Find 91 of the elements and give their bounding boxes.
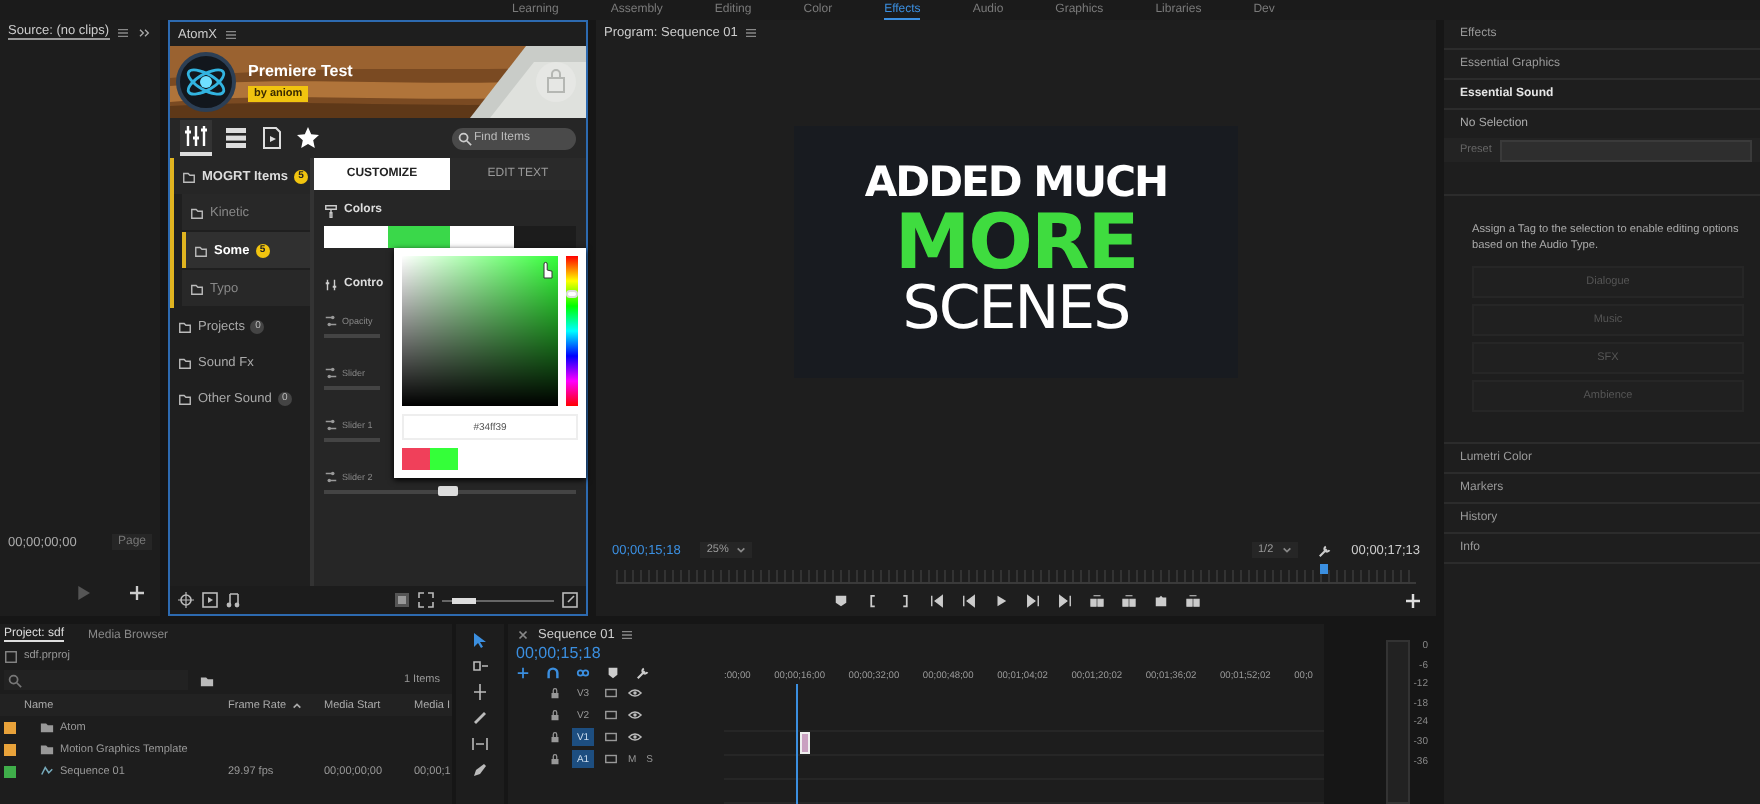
color-swatch[interactable]	[387, 226, 450, 248]
razor-icon[interactable]	[472, 710, 488, 726]
color-label[interactable]	[4, 721, 16, 733]
target-icon[interactable]	[178, 592, 194, 608]
play-icon[interactable]	[993, 593, 1007, 607]
slider-thumb[interactable]	[452, 597, 477, 603]
eye-icon[interactable]	[628, 730, 642, 744]
selection-tool-icon[interactable]	[472, 632, 488, 648]
link-icon[interactable]	[576, 665, 590, 679]
expand-icon[interactable]	[562, 592, 578, 608]
previous-color-swatch[interactable]	[402, 448, 430, 470]
wrench-icon[interactable]	[1317, 543, 1332, 557]
eye-icon[interactable]	[628, 686, 642, 700]
title-text: MORE	[894, 204, 1138, 280]
folder-icon	[190, 205, 204, 219]
transport-icon[interactable]	[961, 593, 975, 607]
lock-icon[interactable]	[548, 708, 562, 722]
marker-icon[interactable]	[833, 593, 847, 607]
grid-icon[interactable]	[394, 592, 410, 608]
caret-icon	[1281, 546, 1292, 554]
video-file-icon[interactable]	[260, 126, 284, 150]
slider-icon	[324, 418, 338, 432]
folder-icon	[178, 355, 192, 369]
transport-icon[interactable]	[1025, 593, 1039, 607]
folder-icon	[178, 319, 192, 333]
sort-caret-icon	[292, 701, 303, 709]
chevron-icon[interactable]	[138, 27, 152, 37]
fullscreen-icon[interactable]	[418, 592, 434, 608]
color-swatch[interactable]	[450, 226, 513, 248]
color-label[interactable]	[4, 743, 16, 755]
lock-icon[interactable]	[548, 686, 562, 700]
project-title: Premiere Test	[248, 62, 353, 80]
pen-icon[interactable]	[472, 762, 488, 778]
hue-slider[interactable]	[566, 256, 578, 407]
play-icon[interactable]	[202, 592, 218, 608]
menu-icon[interactable]	[117, 27, 128, 37]
video-clip[interactable]	[800, 732, 810, 754]
file-icon	[4, 649, 18, 663]
menu-icon[interactable]	[225, 29, 236, 39]
sliders-icon[interactable]	[180, 120, 212, 156]
caret-icon	[736, 546, 747, 554]
folder-icon	[178, 391, 192, 405]
folder-icon	[194, 243, 208, 257]
add-icon[interactable]	[130, 586, 144, 600]
sequence-icon	[40, 764, 54, 778]
track-select-icon[interactable]	[472, 658, 488, 674]
hue-thumb[interactable]	[566, 289, 578, 298]
paint-roller-icon	[324, 203, 338, 217]
transport-icon[interactable]	[1089, 593, 1103, 607]
eye-icon[interactable]	[628, 708, 642, 722]
menu-icon[interactable]	[622, 629, 633, 639]
marker-icon[interactable]	[606, 665, 620, 679]
close-icon[interactable]	[516, 627, 530, 641]
lock-icon[interactable]	[548, 730, 562, 744]
search-field[interactable]	[4, 670, 188, 690]
folder-icon[interactable]	[200, 673, 214, 687]
transport-icon[interactable]	[929, 593, 943, 607]
color-label[interactable]	[4, 765, 16, 777]
folder-icon	[190, 281, 204, 295]
wrench-icon[interactable]	[636, 665, 650, 679]
folder-icon	[182, 169, 196, 183]
saturation-area[interactable]	[402, 256, 558, 407]
slider-thumb[interactable]	[437, 486, 458, 496]
star-icon[interactable]	[296, 126, 320, 150]
color-swatch[interactable]	[324, 226, 387, 248]
slider-icon	[324, 366, 338, 380]
transport-icon[interactable]	[1185, 593, 1199, 607]
slip-tool-icon[interactable]	[472, 736, 488, 752]
lock-icon[interactable]	[548, 752, 562, 766]
logo-icon	[176, 52, 236, 112]
transport-icon[interactable]	[1121, 593, 1135, 607]
add-icon[interactable]	[1406, 593, 1420, 607]
title-text: ADDED MUCH	[864, 162, 1168, 204]
transport-icon[interactable]	[1057, 593, 1071, 607]
slider-icon	[324, 470, 338, 484]
search-icon	[458, 131, 472, 145]
hand-cursor-icon	[538, 260, 554, 280]
timecode: 00;00;15;18	[516, 644, 603, 662]
slider-icon	[324, 314, 338, 328]
sliders-icon	[324, 277, 338, 291]
music-icon[interactable]	[226, 592, 242, 608]
title-text: SCENES	[902, 280, 1130, 340]
search-icon	[8, 673, 22, 687]
camera-icon[interactable]	[1153, 593, 1167, 607]
list-icon[interactable]	[224, 126, 248, 150]
playhead-marker[interactable]	[1320, 564, 1328, 574]
menu-icon[interactable]	[745, 27, 756, 37]
transport-icon[interactable]	[897, 593, 911, 607]
magnet-icon[interactable]	[546, 665, 560, 679]
transport-icon[interactable]	[865, 593, 879, 607]
current-color-swatch[interactable]	[430, 448, 458, 470]
